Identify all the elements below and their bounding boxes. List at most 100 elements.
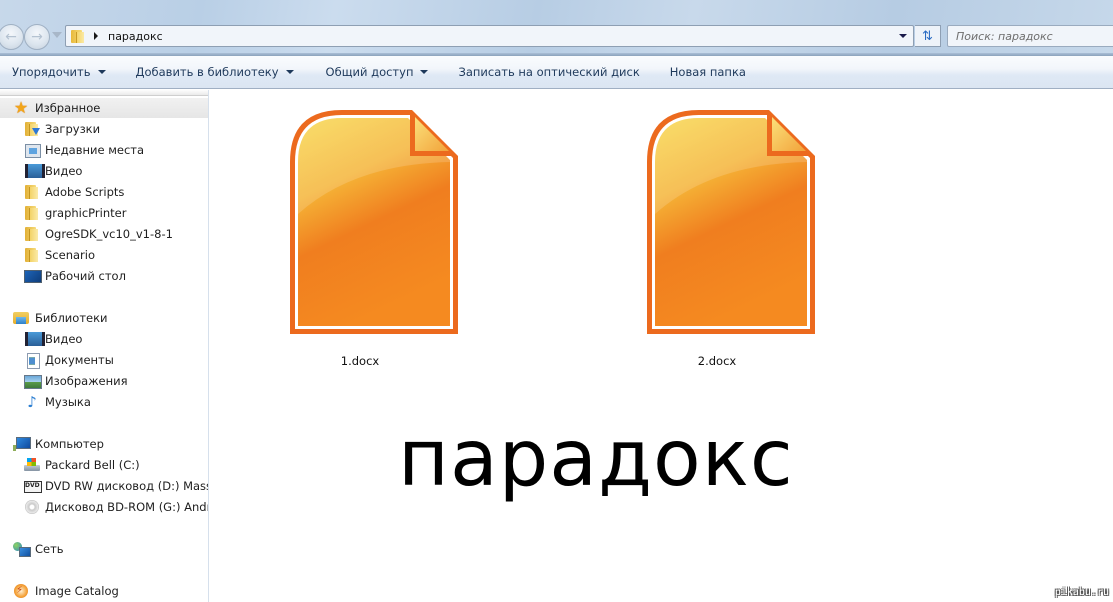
sidebar-group-network[interactable]: Сеть	[0, 539, 208, 559]
breadcrumb-item[interactable]: парадокс	[108, 30, 163, 43]
documents-icon	[24, 352, 40, 369]
file-name[interactable]: 1.docx	[260, 354, 460, 368]
breadcrumb-separator-icon[interactable]	[94, 32, 98, 40]
sidebar-group-computer[interactable]: Компьютер	[0, 434, 208, 454]
recent-places-icon	[24, 142, 41, 158]
images-icon	[24, 373, 42, 389]
organize-menu-button[interactable]: Упорядочить	[12, 56, 106, 88]
file-item[interactable]: 1.docx	[270, 104, 470, 374]
downloads-icon	[24, 121, 40, 137]
toolbar-label: Записать на оптический диск	[458, 65, 640, 79]
navigation-pane-divider	[0, 90, 208, 96]
folder-icon	[24, 205, 40, 221]
window-title-bar: ← → парадокс ⇅	[0, 0, 1113, 56]
toolbar-label: Общий доступ	[325, 65, 414, 79]
sidebar-group-label: Компьютер	[35, 437, 104, 451]
search-box[interactable]	[947, 25, 1113, 47]
video-icon	[24, 163, 45, 179]
burn-to-disc-button[interactable]: Записать на оптический диск	[458, 56, 639, 88]
refresh-button[interactable]: ⇅	[915, 25, 941, 47]
folder-icon	[70, 29, 84, 43]
sidebar-item-ogresdk[interactable]: OgreSDK_vc10_v1-8-1	[0, 224, 208, 244]
folder-icon	[24, 247, 40, 263]
recent-pages-dropdown[interactable]	[52, 32, 62, 38]
sidebar-item-scenario[interactable]: Scenario	[0, 245, 208, 265]
sidebar-item-downloads[interactable]: Загрузки	[0, 119, 208, 139]
folder-icon	[24, 226, 40, 242]
toolbar-label: Добавить в библиотеку	[135, 65, 279, 79]
library-icon	[13, 310, 29, 326]
sidebar-item-desktop[interactable]: Рабочий стол	[0, 266, 208, 286]
sidebar-item-music[interactable]: ♪ Музыка	[0, 392, 208, 412]
toolbar-label: Новая папка	[669, 65, 746, 79]
sidebar-group-image-catalog[interactable]: Image Catalog	[0, 581, 208, 601]
chevron-down-icon	[97, 70, 106, 74]
sidebar-item-label: Scenario	[45, 248, 95, 262]
sidebar-group-label: Сеть	[35, 542, 64, 556]
toolbar-label: Упорядочить	[12, 65, 91, 79]
sidebar-item-graphicprinter[interactable]: graphicPrinter	[0, 203, 208, 223]
video-icon	[24, 331, 45, 347]
sidebar-item-label: Изображения	[45, 374, 128, 388]
file-item[interactable]: 2.docx	[627, 104, 827, 374]
sidebar-group-label: Библиотеки	[35, 311, 108, 325]
sidebar-item-label: Документы	[45, 353, 114, 367]
folder-icon	[24, 184, 40, 200]
add-to-library-menu-button[interactable]: Добавить в библиотеку	[136, 56, 294, 88]
sidebar-item-drive-c[interactable]: Packard Bell (C:)	[0, 455, 208, 475]
computer-icon	[13, 436, 31, 452]
dvd-drive-icon	[24, 478, 42, 494]
sidebar-item-adobe-scripts[interactable]: Adobe Scripts	[0, 182, 208, 202]
music-icon: ♪	[27, 393, 37, 411]
sidebar-item-label: graphicPrinter	[45, 206, 127, 220]
sidebar-item-label: Рабочий стол	[45, 269, 126, 283]
disc-drive-icon	[24, 499, 40, 515]
file-name[interactable]: 2.docx	[617, 354, 817, 368]
overlay-caption: парадокс	[398, 414, 794, 504]
sidebar-item-label: Adobe Scripts	[45, 185, 125, 199]
sidebar-group-libraries[interactable]: Библиотеки	[0, 308, 208, 328]
sidebar-item-label: Загрузки	[45, 122, 101, 136]
sidebar-group-favorites[interactable]: ★ Избранное	[0, 98, 208, 118]
sidebar-item-label: Недавние места	[45, 143, 145, 157]
sidebar-item-video[interactable]: Видео	[0, 161, 208, 181]
chevron-down-icon	[420, 70, 429, 74]
arrow-right-icon: →	[31, 29, 43, 45]
desktop-icon	[24, 268, 42, 284]
chevron-down-icon	[285, 70, 294, 74]
watermark: pikabu.ru	[1054, 587, 1109, 598]
sidebar-item-label: Музыка	[45, 395, 91, 409]
forward-button[interactable]: →	[24, 24, 50, 50]
sidebar-item-label: Дисковод BD-ROM (G:) Androi	[45, 500, 208, 514]
image-catalog-icon	[13, 583, 29, 599]
address-bar[interactable]: парадокс	[65, 25, 914, 47]
share-with-menu-button[interactable]: Общий доступ	[326, 56, 429, 88]
sidebar-item-label: Видео	[45, 164, 83, 178]
sidebar-group-label: Избранное	[35, 101, 101, 115]
sidebar-item-images[interactable]: Изображения	[0, 371, 208, 391]
navigation-pane[interactable]: ★ Избранное Загрузки Недавние места Виде…	[0, 90, 209, 602]
address-history-dropdown[interactable]	[899, 34, 907, 38]
sidebar-item-label: Видео	[45, 332, 83, 346]
document-file-icon	[647, 110, 815, 334]
sidebar-item-library-video[interactable]: Видео	[0, 329, 208, 349]
star-icon: ★	[13, 98, 29, 117]
sidebar-item-documents[interactable]: Документы	[0, 350, 208, 370]
sidebar-item-drive-g[interactable]: Дисковод BD-ROM (G:) Androi	[0, 497, 208, 517]
file-list-pane[interactable]: 1.docx 2.docx парадокс pikabu.ru	[210, 90, 1113, 602]
network-icon	[13, 541, 31, 557]
search-input[interactable]	[956, 29, 1113, 43]
sidebar-group-label: Image Catalog	[35, 584, 119, 598]
back-button[interactable]: ←	[0, 24, 24, 50]
sidebar-item-label: Packard Bell (C:)	[45, 458, 140, 472]
sidebar-item-drive-d[interactable]: DVD RW дисковод (D:) MassEff	[0, 476, 208, 496]
document-file-icon	[290, 110, 458, 334]
arrow-left-icon: ←	[5, 29, 17, 45]
sidebar-item-label: DVD RW дисковод (D:) MassEff	[45, 479, 208, 493]
sidebar-item-recent-places[interactable]: Недавние места	[0, 140, 208, 160]
new-folder-button[interactable]: Новая папка	[670, 56, 746, 88]
sidebar-item-label: OgreSDK_vc10_v1-8-1	[45, 227, 173, 241]
refresh-icon: ⇅	[922, 28, 933, 44]
command-toolbar: Упорядочить Добавить в библиотеку Общий …	[0, 56, 1113, 89]
hard-drive-icon	[24, 457, 40, 473]
